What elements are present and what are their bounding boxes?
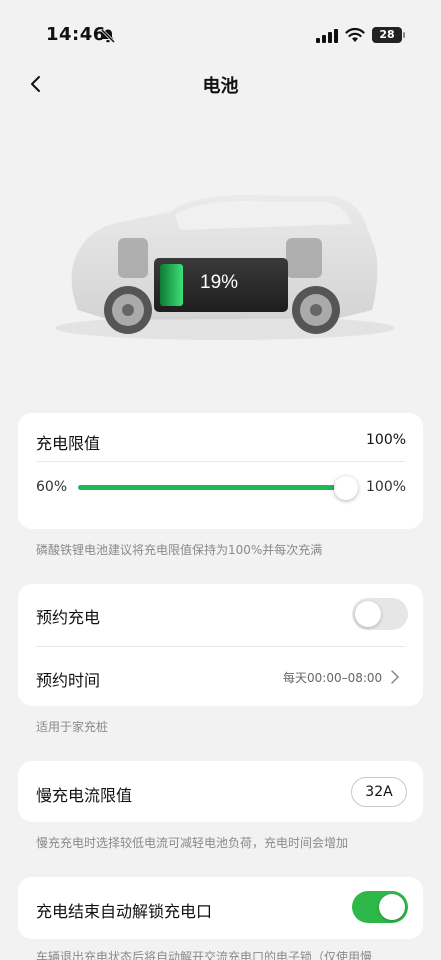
scheduled-charge-label: 预约充电: [36, 608, 101, 627]
slow-charge-hint: 慢充充电时选择较低电流可减轻电池负荷，充电时间会增加: [36, 836, 349, 850]
front-wheel: [104, 286, 152, 334]
rear-wheel: [292, 286, 340, 334]
auto-unlock-hint: 车辆退出充电状态后将自动解开交流充电口的电子锁（仅使用慢: [36, 950, 373, 960]
battery-status-icon: 28: [372, 27, 405, 43]
status-time: 14:46: [46, 24, 106, 45]
scheduled-time-value[interactable]: 每天00:00–08:00: [283, 669, 382, 686]
toggle-knob: [379, 894, 405, 920]
slider-max-label: 100%: [366, 479, 407, 495]
car-battery-illustration: [55, 195, 395, 340]
charge-limit-slider-track[interactable]: [78, 485, 346, 490]
scheduled-charge-toggle[interactable]: [352, 598, 408, 630]
slider-min-label: 60%: [36, 479, 68, 495]
divider: [36, 646, 405, 647]
battery-percent-label: 19%: [200, 272, 239, 293]
cellular-signal-icon: [316, 29, 338, 43]
slow-charge-current-pill[interactable]: 32A: [351, 777, 407, 807]
divider: [36, 461, 405, 462]
chevron-right-icon[interactable]: [390, 669, 400, 685]
bell-off-icon: [100, 28, 116, 44]
charge-limit-hint: 磷酸铁锂电池建议将充电限值保持为100%并每次充满: [36, 543, 323, 557]
charge-limit-value: 100%: [366, 432, 407, 448]
scheduled-charge-hint: 适用于家充桩: [36, 720, 109, 734]
scheduled-time-label: 预约时间: [36, 671, 101, 690]
page-title: 电池: [202, 76, 239, 97]
battery-fill-level: [160, 264, 183, 306]
toggle-knob: [355, 601, 381, 627]
auto-unlock-toggle[interactable]: [352, 891, 408, 923]
auto-unlock-label: 充电结束自动解锁充电口: [36, 902, 213, 921]
charge-limit-slider-thumb[interactable]: [334, 476, 358, 500]
slow-charge-label: 慢充电流限值: [36, 786, 133, 805]
charge-limit-label: 充电限值: [36, 434, 101, 453]
nav-bar: 电池: [0, 62, 441, 106]
wifi-icon: [345, 27, 365, 42]
